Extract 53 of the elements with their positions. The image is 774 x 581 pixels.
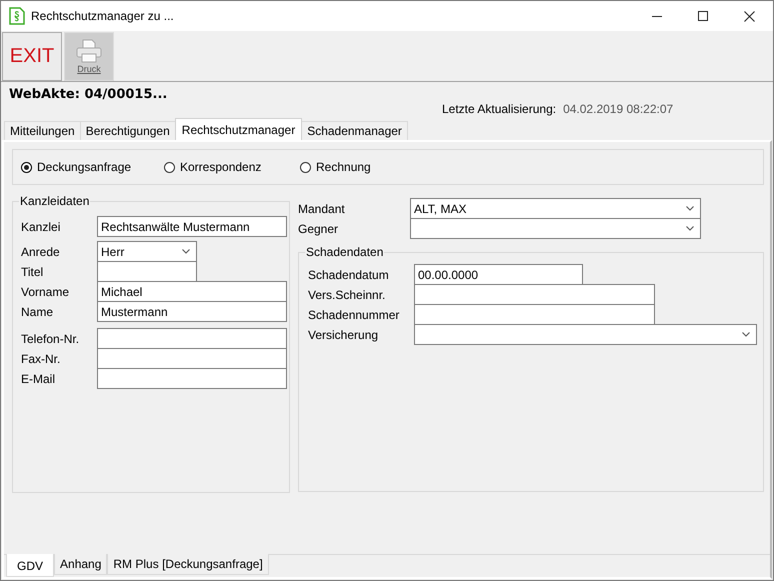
input-field[interactable]: Rechtsanwälte Mustermann	[97, 216, 287, 237]
dropdown[interactable]: ALT, MAX	[410, 198, 701, 219]
tab[interactable]: Anhang	[54, 554, 108, 575]
input-field[interactable]: 00.00.0000	[414, 264, 583, 285]
printer-icon	[76, 39, 102, 63]
tab[interactable]: RM Plus [Deckungsanfrage]	[107, 554, 269, 575]
field-label: Gegner	[298, 222, 340, 236]
field-label: Mandant	[298, 202, 346, 216]
close-icon[interactable]	[744, 10, 755, 22]
input-field[interactable]: Mustermann	[97, 301, 287, 322]
dropdown[interactable]	[410, 218, 701, 239]
caret-icon	[742, 332, 750, 337]
update-timestamp: 04.02.2019 08:22:07	[563, 102, 674, 116]
field-label: Vers.Scheinnr.	[307, 288, 386, 302]
input-field[interactable]	[414, 304, 655, 325]
input-field[interactable]	[97, 328, 287, 349]
field-label: Fax-Nr.	[21, 352, 62, 366]
tab[interactable]: Schadenmanager	[301, 121, 408, 140]
field-label: Telefon-Nr.	[21, 332, 80, 346]
file-title: WebAkte: 04/00015...	[8, 86, 168, 104]
input-field[interactable]: Michael	[97, 281, 287, 302]
field-label: Name	[21, 305, 54, 319]
app-icon	[9, 7, 25, 25]
field-label: E-Mail	[21, 372, 56, 386]
radio-button[interactable]: Korrespondenz	[164, 160, 300, 174]
field-label: Kanzlei	[21, 220, 62, 234]
radio-button[interactable]: Rechnung	[300, 160, 443, 174]
field-label: Titel	[21, 265, 44, 279]
field-label: Versicherung	[307, 328, 380, 342]
dropdown[interactable]	[414, 324, 757, 345]
input-field[interactable]	[97, 261, 197, 282]
input-field[interactable]	[97, 368, 287, 389]
caret-icon	[686, 206, 694, 211]
window-title: Rechtschutzmanager zu ...	[31, 9, 174, 23]
radio-button[interactable]: Deckungsanfrage	[21, 160, 164, 174]
field-label: Vorname	[21, 285, 70, 299]
group-title: Kanzleidaten	[19, 194, 90, 208]
field-label: Anrede	[21, 245, 61, 259]
maximize-icon[interactable]	[698, 11, 708, 21]
caret-icon	[182, 249, 190, 254]
group-title: Schadendaten	[305, 245, 384, 259]
field-label: Schadendatum	[307, 268, 390, 282]
tab[interactable]: Rechtschutzmanager	[174, 118, 302, 140]
field-label: Schadennummer	[307, 308, 400, 322]
exit-button[interactable]: EXIT	[2, 32, 62, 81]
tab[interactable]: Berechtigungen	[80, 121, 176, 140]
input-field[interactable]	[97, 348, 287, 369]
dropdown[interactable]: Herr	[97, 241, 197, 262]
update-label: Letzte Aktualisierung:	[442, 102, 556, 116]
tab[interactable]: GDV	[6, 554, 54, 577]
caret-icon	[686, 226, 694, 231]
tab[interactable]: Mitteilungen	[4, 121, 81, 140]
input-field[interactable]	[414, 284, 655, 305]
